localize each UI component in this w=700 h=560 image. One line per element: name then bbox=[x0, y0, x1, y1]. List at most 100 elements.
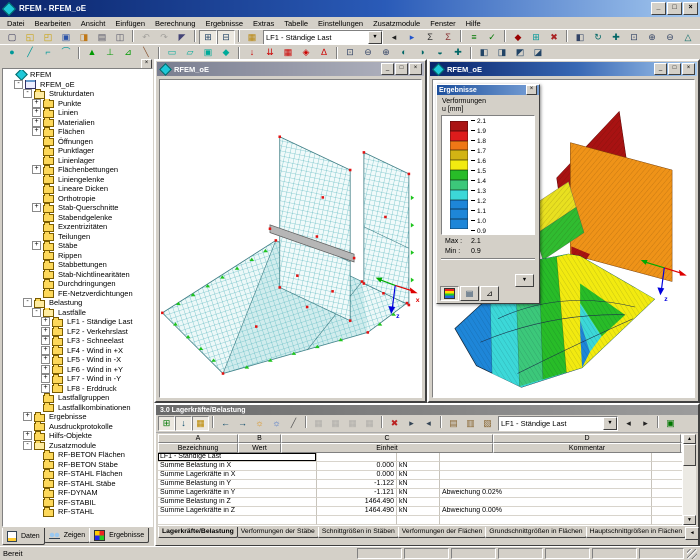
zoom-window2-icon[interactable]: ⊡ bbox=[341, 45, 359, 60]
column-letter[interactable]: C bbox=[281, 434, 493, 443]
import-table-icon[interactable]: ▥ bbox=[462, 416, 479, 431]
tree-item[interactable]: + Stäbe bbox=[3, 241, 152, 251]
arc-tool-icon[interactable]: ⌒ bbox=[57, 45, 75, 60]
cell-einheit[interactable]: kN bbox=[397, 498, 440, 507]
cell-einheit[interactable]: kN bbox=[397, 462, 440, 471]
maximize-icon[interactable]: □ bbox=[667, 2, 682, 15]
navigator-header[interactable]: × bbox=[0, 59, 154, 69]
tree-expander-icon[interactable]: + bbox=[32, 98, 41, 108]
cell-bezeichnung[interactable]: Summe Lagerkräfte in Y bbox=[158, 489, 317, 498]
menu-item[interactable]: Fenster bbox=[425, 19, 460, 28]
tree-item[interactable]: + LF6 - Wind in +Y bbox=[3, 364, 152, 374]
goto-table-icon[interactable]: ▦ bbox=[192, 416, 209, 431]
polyline-tool-icon[interactable]: ⌐ bbox=[39, 45, 57, 60]
load-group-icon[interactable]: Σ bbox=[421, 30, 439, 45]
cell-kommentar[interactable] bbox=[440, 480, 652, 489]
tree-item[interactable]: + LF2 - Verkehrslast bbox=[3, 326, 152, 336]
tree-expander-icon[interactable]: + bbox=[32, 108, 41, 118]
calc-table3-icon[interactable]: ▦ bbox=[344, 416, 361, 431]
tree-item[interactable]: + LF8 - Erddruck bbox=[3, 383, 152, 393]
navigator-tab[interactable]: Zeigen bbox=[43, 528, 91, 543]
open-icon[interactable]: ◱ bbox=[21, 30, 39, 45]
export-table-icon[interactable]: ▧ bbox=[479, 416, 496, 431]
isometric-view-icon[interactable]: △ bbox=[679, 30, 697, 45]
cell-wert[interactable]: -1.122 bbox=[317, 480, 397, 489]
zoom-in-icon[interactable]: ⊕ bbox=[643, 30, 661, 45]
menu-item[interactable]: Tabelle bbox=[279, 19, 313, 28]
table-view-icon[interactable]: ⊞ bbox=[158, 416, 175, 431]
insert-row-icon[interactable]: ▸ bbox=[403, 416, 420, 431]
results-panel-titlebar[interactable]: Ergebnisse × bbox=[437, 85, 539, 95]
cell-einheit[interactable]: kN bbox=[397, 471, 440, 480]
menu-item[interactable]: Einstellungen bbox=[313, 19, 368, 28]
calculation-icon[interactable]: ≡ bbox=[465, 30, 483, 45]
column-header[interactable]: Bezeichnung bbox=[158, 443, 238, 453]
next-table-loadcase-icon[interactable]: ▸ bbox=[637, 416, 654, 431]
close-icon[interactable]: × bbox=[683, 2, 698, 15]
cell-einheit[interactable]: kN bbox=[397, 480, 440, 489]
tree-item[interactable]: RF-STAHL Flächen bbox=[3, 469, 152, 479]
close-icon[interactable]: × bbox=[409, 63, 422, 75]
save-as-icon[interactable]: ◨ bbox=[75, 30, 93, 45]
tree-item[interactable]: RF-BETON Flächen bbox=[3, 450, 152, 460]
view-z-icon[interactable]: ◩ bbox=[511, 45, 529, 60]
tree-item[interactable]: - Strukturdaten bbox=[3, 89, 152, 99]
cell-einheit[interactable] bbox=[397, 516, 440, 525]
line-load-icon[interactable]: ⇊ bbox=[261, 45, 279, 60]
maximize-icon[interactable]: □ bbox=[668, 63, 681, 75]
table-fullscreen-icon[interactable]: ▣ bbox=[662, 416, 679, 431]
navigator-tab[interactable]: Daten bbox=[2, 528, 45, 545]
surface-nurbs-icon[interactable]: ▱ bbox=[181, 45, 199, 60]
tree-item[interactable]: Liniengelenke bbox=[3, 174, 152, 184]
cell-bezeichnung[interactable]: LF1 - Ständige Last bbox=[158, 453, 317, 462]
tree-item[interactable]: RF-BETON Stäbe bbox=[3, 459, 152, 469]
menu-item[interactable]: Berechnung bbox=[150, 19, 200, 28]
tree-item[interactable]: Stabbettungen bbox=[3, 260, 152, 270]
print-icon[interactable]: ▤ bbox=[93, 30, 111, 45]
tree-expander-icon[interactable]: + bbox=[41, 326, 50, 336]
cell-kommentar[interactable] bbox=[440, 471, 652, 480]
menu-item[interactable]: Ergebnisse bbox=[200, 19, 248, 28]
table-loadcase-combobox[interactable]: LF1 - Ständige Last ▼ bbox=[498, 416, 618, 431]
surface-tool-icon[interactable]: ▭ bbox=[163, 45, 181, 60]
cell-einheit[interactable]: kN bbox=[397, 489, 440, 498]
loadcase-manager-icon[interactable]: ▦ bbox=[243, 30, 261, 45]
table-tab[interactable]: Verformungen der Flächen bbox=[397, 527, 487, 538]
load-generator-icon[interactable]: ∆ bbox=[315, 45, 333, 60]
line-support-icon[interactable]: ⊥ bbox=[101, 45, 119, 60]
zoom-out-icon[interactable]: ⊖ bbox=[661, 30, 679, 45]
save-icon[interactable]: ▣ bbox=[57, 30, 75, 45]
cell-kommentar[interactable] bbox=[440, 453, 652, 462]
scrollbar-thumb[interactable] bbox=[683, 444, 696, 466]
menu-item[interactable]: Ansicht bbox=[76, 19, 111, 28]
cell-kommentar[interactable]: Abweichung 0.02% bbox=[440, 489, 652, 498]
cell-wert[interactable] bbox=[317, 453, 397, 462]
rotate-view-z-icon[interactable]: ◒ bbox=[431, 45, 449, 60]
tree-expander-icon[interactable]: + bbox=[41, 355, 50, 365]
tree-expander-icon[interactable]: + bbox=[41, 364, 50, 374]
factors-tab[interactable]: ▤ bbox=[460, 286, 479, 301]
tree-expander-icon[interactable]: + bbox=[32, 241, 41, 251]
calc-table4-icon[interactable]: ▦ bbox=[361, 416, 378, 431]
tree-item[interactable]: Punktlager bbox=[3, 146, 152, 156]
navigator-show-icon[interactable]: ⊟ bbox=[217, 30, 235, 45]
cell-bezeichnung[interactable] bbox=[158, 516, 317, 525]
cell-wert[interactable] bbox=[317, 516, 397, 525]
table-tab[interactable]: Hauptschnittgrößen in Flächen bbox=[585, 527, 687, 538]
cell-einheit[interactable]: kN bbox=[397, 507, 440, 516]
scroll-down-icon[interactable]: ▼ bbox=[683, 515, 696, 525]
cell-kommentar[interactable]: Abweichung 0.00% bbox=[440, 507, 652, 516]
tree-item[interactable]: RFEM bbox=[3, 70, 152, 80]
tree-expander-icon[interactable]: - bbox=[23, 440, 32, 450]
tree-item[interactable]: FE-Netzverdichtungen bbox=[3, 288, 152, 298]
show-results-icon[interactable]: ◆ bbox=[509, 30, 527, 45]
table-vertical-scrollbar[interactable]: ▲ ▼ bbox=[682, 434, 696, 525]
tree-item[interactable]: + Linien bbox=[3, 108, 152, 118]
tree-item[interactable]: RF-STAHL bbox=[3, 507, 152, 517]
cell-bezeichnung[interactable]: Summe Lagerkräfte in X bbox=[158, 471, 317, 480]
tree-item[interactable]: + Punkte bbox=[3, 98, 152, 108]
table-tab[interactable]: Verformungen der Stäbe bbox=[236, 527, 319, 538]
back-icon[interactable]: ← bbox=[217, 416, 234, 431]
tree-expander-icon[interactable]: + bbox=[41, 374, 50, 384]
tree-item[interactable]: RF-STAHL Stäbe bbox=[3, 478, 152, 488]
